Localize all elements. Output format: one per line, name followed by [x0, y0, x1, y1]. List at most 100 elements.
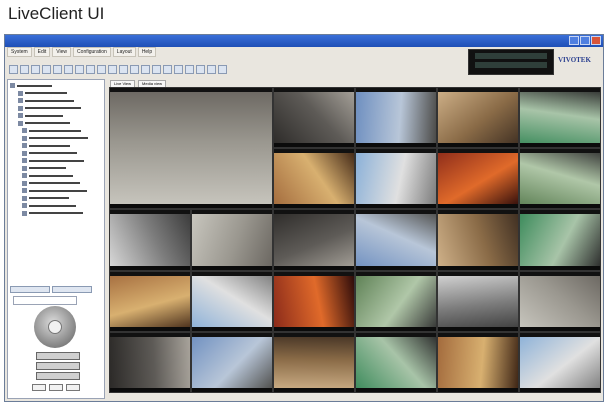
camera-view-tile[interactable] — [109, 87, 273, 210]
camera-title-bar — [438, 271, 518, 276]
toolbar-button[interactable] — [207, 65, 216, 74]
tree-item[interactable] — [10, 172, 102, 180]
camera-view-tile[interactable] — [437, 148, 519, 210]
toolbar-button[interactable] — [174, 65, 183, 74]
tree-item[interactable] — [10, 165, 102, 173]
camera-view-tile[interactable] — [437, 209, 519, 271]
tree-item[interactable] — [10, 120, 102, 128]
toolbar-button[interactable] — [53, 65, 62, 74]
toolbar-button[interactable] — [20, 65, 29, 74]
toolbar-button[interactable] — [130, 65, 139, 74]
camera-view-tile[interactable] — [437, 331, 519, 393]
toolbar-button[interactable] — [64, 65, 73, 74]
camera-status-bar — [356, 387, 436, 392]
camera-view-tile[interactable] — [519, 87, 601, 149]
menu-help[interactable]: Help — [137, 47, 157, 57]
menu-configuration[interactable]: Configuration — [73, 47, 111, 57]
toolbar-button[interactable] — [97, 65, 106, 74]
camera-view-tile[interactable] — [109, 331, 191, 393]
camera-view-tile[interactable] — [355, 270, 437, 332]
camera-view-tile[interactable] — [109, 209, 191, 271]
camera-title-bar — [192, 271, 272, 276]
tree-item[interactable] — [10, 202, 102, 210]
tree-item[interactable] — [10, 150, 102, 158]
minimize-icon[interactable] — [569, 36, 579, 45]
camera-view-tile[interactable] — [437, 87, 519, 149]
tree-item[interactable] — [10, 142, 102, 150]
camera-view-tile[interactable] — [109, 270, 191, 332]
camera-view-tile[interactable] — [273, 331, 355, 393]
toolbar-button[interactable] — [141, 65, 150, 74]
camera-view-tile[interactable] — [191, 209, 273, 271]
ptz-tab[interactable] — [10, 286, 50, 293]
tree-item[interactable] — [10, 135, 102, 143]
camera-view-tile[interactable] — [519, 331, 601, 393]
menu-system[interactable]: System — [7, 47, 32, 57]
toolbar-button[interactable] — [163, 65, 172, 74]
tree-item[interactable] — [10, 210, 102, 218]
ptz-small-button[interactable] — [66, 384, 80, 391]
tree-item[interactable] — [10, 90, 102, 98]
toolbar-button[interactable] — [9, 65, 18, 74]
camera-title-bar — [438, 149, 518, 154]
menu-view[interactable]: View — [52, 47, 72, 57]
tree-item-label — [17, 84, 52, 87]
camera-view-tile[interactable] — [355, 209, 437, 271]
camera-view-tile[interactable] — [355, 148, 437, 210]
tree-item[interactable] — [10, 187, 102, 195]
camera-title-bar — [274, 88, 354, 92]
camera-view-tile[interactable] — [273, 209, 355, 271]
camera-status-bar — [110, 265, 190, 270]
tree-item[interactable] — [10, 127, 102, 135]
tree-item[interactable] — [10, 112, 102, 120]
close-icon[interactable] — [591, 36, 601, 45]
toolbar-button[interactable] — [218, 65, 227, 74]
tree-item-label — [29, 137, 88, 140]
zoom-slider[interactable] — [36, 352, 80, 360]
toolbar-button[interactable] — [152, 65, 161, 74]
tree-item[interactable] — [10, 195, 102, 203]
camera-icon — [22, 150, 27, 156]
maximize-icon[interactable] — [580, 36, 590, 45]
ptz-tab[interactable] — [52, 286, 92, 293]
iris-slider[interactable] — [36, 372, 80, 380]
toolbar-button[interactable] — [119, 65, 128, 74]
camera-view-tile[interactable] — [519, 209, 601, 271]
camera-view-tile[interactable] — [191, 270, 273, 332]
camera-view-tile[interactable] — [355, 331, 437, 393]
ptz-small-button[interactable] — [49, 384, 63, 391]
toolbar-button[interactable] — [42, 65, 51, 74]
ptz-mode-select[interactable] — [13, 296, 77, 305]
camera-view-tile[interactable] — [355, 87, 437, 149]
camera-view-tile[interactable] — [273, 87, 355, 149]
tree-item[interactable] — [10, 180, 102, 188]
camera-view-tile[interactable] — [519, 148, 601, 210]
toolbar-button[interactable] — [86, 65, 95, 74]
ptz-direction-pad[interactable] — [34, 306, 76, 348]
preset-location-field[interactable] — [26, 398, 88, 399]
tree-item[interactable] — [10, 82, 102, 90]
menu-edit[interactable]: Edit — [33, 47, 51, 57]
ptz-small-button[interactable] — [32, 384, 46, 391]
toolbar-button[interactable] — [108, 65, 117, 74]
camera-view-tile[interactable] — [191, 331, 273, 393]
tree-item[interactable] — [10, 97, 102, 105]
liveclient-window: System Edit View Configuration Layout He… — [4, 34, 604, 402]
camera-title-bar — [520, 332, 600, 337]
menu-layout[interactable]: Layout — [112, 47, 136, 57]
window-controls — [569, 36, 601, 45]
toolbar-button[interactable] — [196, 65, 205, 74]
camera-view-tile[interactable] — [519, 270, 601, 332]
camera-view-tile[interactable] — [273, 148, 355, 210]
tree-item[interactable] — [10, 105, 102, 113]
tree-item[interactable] — [10, 157, 102, 165]
ptz-home-button[interactable] — [48, 320, 62, 334]
toolbar-button[interactable] — [185, 65, 194, 74]
tree-item-label — [25, 99, 74, 102]
camera-view-tile[interactable] — [273, 270, 355, 332]
focus-slider[interactable] — [36, 362, 80, 370]
toolbar-button[interactable] — [75, 65, 84, 74]
camera-title-bar — [274, 332, 354, 337]
camera-view-tile[interactable] — [437, 270, 519, 332]
toolbar-button[interactable] — [31, 65, 40, 74]
